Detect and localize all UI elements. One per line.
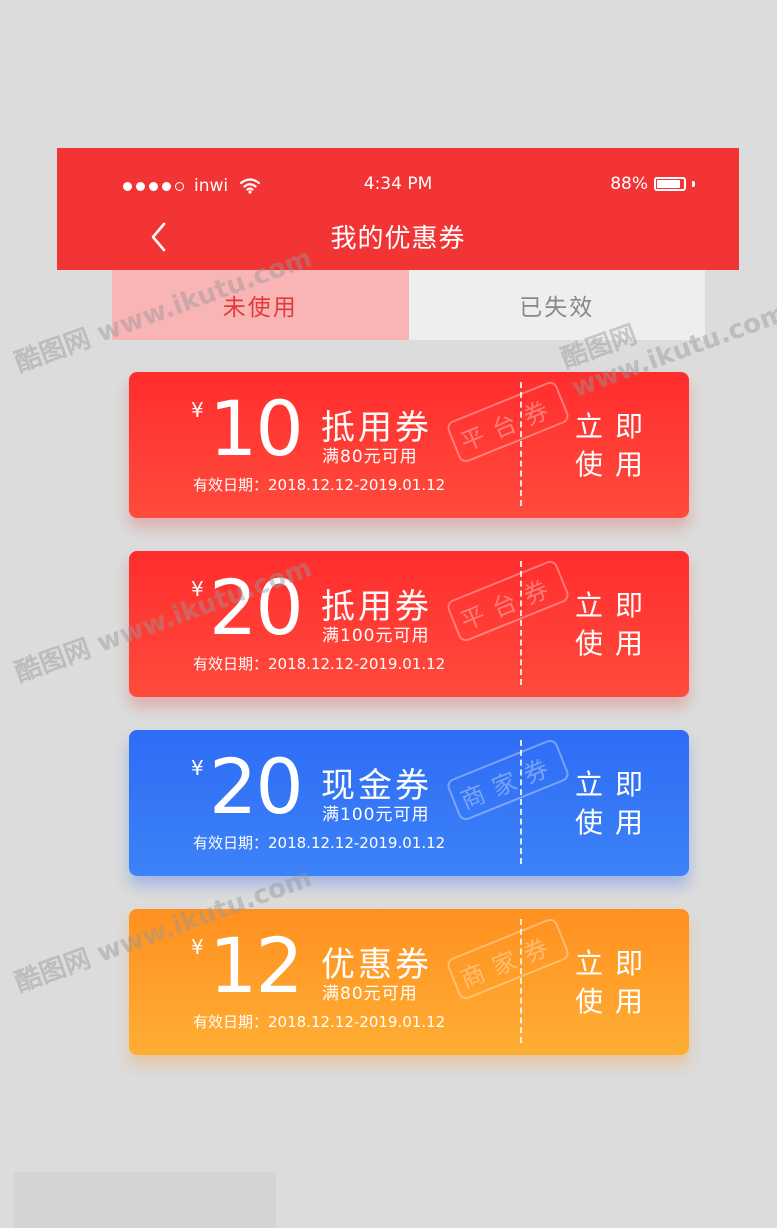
use-now-line2: 使用 xyxy=(575,627,656,660)
coupon-condition: 满80元可用 xyxy=(322,984,418,1004)
status-bar: inwi 4:34 PM 88% xyxy=(57,174,739,198)
use-now-line1: 立即 xyxy=(575,589,656,622)
battery-indicator: 88% xyxy=(610,174,695,194)
nav-bar: 我的优惠券 xyxy=(57,214,739,260)
coupon-stamp: 商家券 xyxy=(445,737,571,823)
battery-icon xyxy=(654,177,686,191)
coupon-amount: 20 xyxy=(209,742,304,831)
use-now-button[interactable]: 立即 使用 xyxy=(575,945,655,1021)
battery-percent: 88% xyxy=(610,174,648,194)
coupon-validity: 有效日期：2018.12.12-2019.01.12 xyxy=(193,834,446,852)
coupon-amount: 12 xyxy=(209,921,304,1010)
dashed-divider xyxy=(520,740,522,864)
use-now-button[interactable]: 立即 使用 xyxy=(575,766,655,842)
currency-symbol: ¥ xyxy=(191,935,204,959)
coupon-validity: 有效日期：2018.12.12-2019.01.12 xyxy=(193,655,446,673)
use-now-line2: 使用 xyxy=(575,985,656,1018)
use-now-line2: 使用 xyxy=(575,448,656,481)
battery-fill xyxy=(657,180,680,188)
app-header: inwi 4:34 PM 88% 我的优惠券 xyxy=(57,148,739,270)
use-now-line1: 立即 xyxy=(575,410,656,443)
use-now-button[interactable]: 立即 使用 xyxy=(575,587,655,663)
coupon-condition: 满100元可用 xyxy=(322,805,430,825)
coupon-card[interactable]: ¥ 12 优惠券 满80元可用 有效日期：2018.12.12-2019.01.… xyxy=(129,909,689,1055)
currency-symbol: ¥ xyxy=(191,756,204,780)
dashed-divider xyxy=(520,382,522,506)
page-title: 我的优惠券 xyxy=(330,224,466,254)
use-now-line1: 立即 xyxy=(575,768,656,801)
currency-symbol: ¥ xyxy=(191,398,204,422)
dashed-divider xyxy=(520,561,522,685)
battery-tip xyxy=(692,181,695,187)
coupon-stamp: 平台券 xyxy=(445,379,571,465)
use-now-button[interactable]: 立即 使用 xyxy=(575,408,655,484)
bottom-bar xyxy=(14,1172,276,1228)
coupon-stamp: 商家券 xyxy=(445,916,571,1002)
coupon-stamp: 平台券 xyxy=(445,558,571,644)
coupon-validity: 有效日期：2018.12.12-2019.01.12 xyxy=(193,1013,446,1031)
use-now-line1: 立即 xyxy=(575,947,656,980)
coupon-card[interactable]: ¥ 20 现金券 满100元可用 有效日期：2018.12.12-2019.01… xyxy=(129,730,689,876)
coupon-amount: 10 xyxy=(209,384,304,473)
coupon-validity: 有效日期：2018.12.12-2019.01.12 xyxy=(193,476,446,494)
dashed-divider xyxy=(520,919,522,1043)
phone-screen: inwi 4:34 PM 88% 我的优惠券 未使用 已失效 xyxy=(57,148,739,340)
use-now-line2: 使用 xyxy=(575,806,656,839)
coupon-card[interactable]: ¥ 20 抵用券 满100元可用 有效日期：2018.12.12-2019.01… xyxy=(129,551,689,697)
coupon-condition: 满100元可用 xyxy=(322,626,430,646)
coupon-condition: 满80元可用 xyxy=(322,447,418,467)
